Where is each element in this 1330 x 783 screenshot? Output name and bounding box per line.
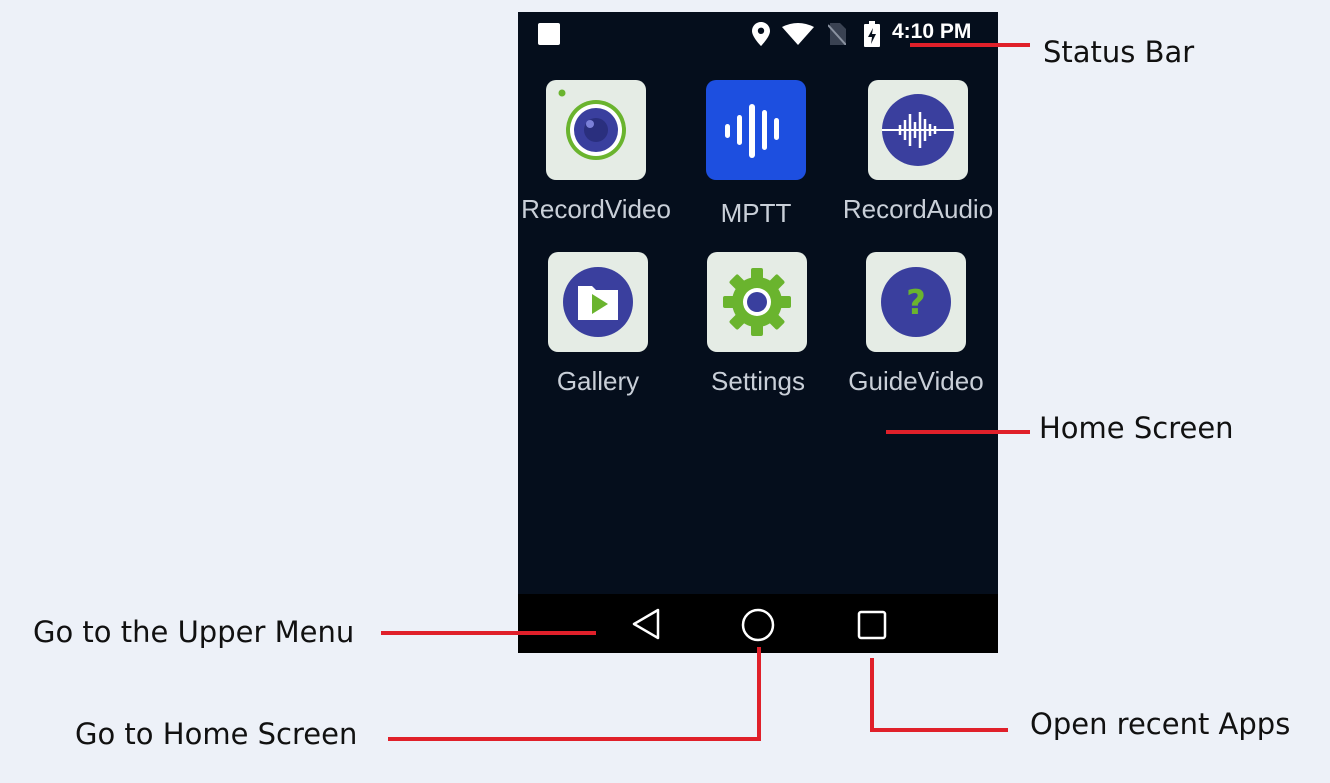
status-bar-annotation: Status Bar xyxy=(1043,35,1195,69)
recent-apps-leader xyxy=(870,658,1008,732)
upper-menu-annotation: Go to the Upper Menu xyxy=(33,615,355,649)
home-leader xyxy=(388,647,761,741)
annotation-lines xyxy=(381,43,1030,741)
home-screen-annotation: Home Screen xyxy=(1039,411,1234,445)
home-annotation: Go to Home Screen xyxy=(75,717,358,751)
recent-apps-annotation: Open recent Apps xyxy=(1030,707,1291,741)
